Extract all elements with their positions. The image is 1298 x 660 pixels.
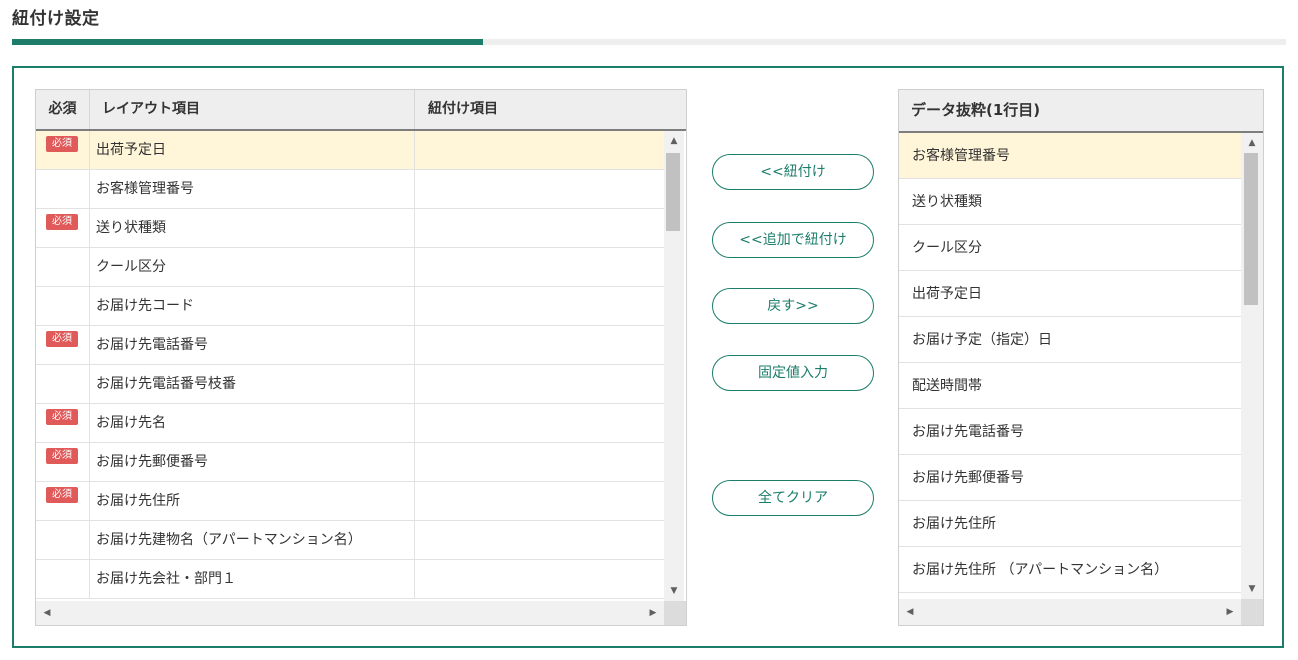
list-item[interactable]: 送り状種類	[899, 179, 1241, 225]
scrollbar-corner	[1241, 599, 1263, 625]
required-cell: 必須	[36, 209, 90, 247]
required-cell	[36, 560, 90, 598]
back-button[interactable]: 戻す>>	[712, 288, 874, 324]
layout-item-cell: お届け先電話番号枝番	[90, 365, 415, 403]
grid-vertical-scroll-thumb[interactable]	[666, 153, 680, 231]
required-badge: 必須	[46, 136, 78, 152]
list-item[interactable]: 出荷予定日	[899, 271, 1241, 317]
table-row[interactable]: お届け先会社・部門１	[36, 560, 664, 599]
table-row[interactable]: お届け先コード	[36, 287, 664, 326]
list-item[interactable]: お届け先住所	[899, 501, 1241, 547]
list-item[interactable]: クール区分	[899, 225, 1241, 271]
linked-item-cell	[415, 482, 664, 520]
scroll-up-icon[interactable]: ▲	[665, 135, 683, 147]
scroll-right-icon[interactable]: ▶	[1221, 606, 1239, 618]
layout-item-cell: お届け先建物名（アパートマンション名）	[90, 521, 415, 559]
layout-item-cell: クール区分	[90, 248, 415, 286]
linked-item-cell	[415, 131, 664, 169]
table-row[interactable]: お届け先電話番号枝番	[36, 365, 664, 404]
list-item[interactable]: お届け予定（指定）日	[899, 317, 1241, 363]
data-excerpt-list: お客様管理番号 送り状種類 クール区分 出荷予定日 お届け予定（指定）日 配送時間帯 お届け…	[899, 133, 1241, 599]
scroll-right-icon[interactable]: ▶	[644, 607, 662, 619]
layout-grid: 必須 レイアウト項目 紐付け項目 必須 出荷予定日 お客様管理番号 必須 送り状種類 クー…	[35, 89, 687, 626]
panel-vertical-scroll-thumb[interactable]	[1244, 153, 1258, 305]
linked-item-cell	[415, 365, 664, 403]
scroll-left-icon[interactable]: ◀	[38, 607, 56, 619]
table-row[interactable]: 必須 送り状種類	[36, 209, 664, 248]
table-row[interactable]: 必須 出荷予定日	[36, 131, 664, 170]
table-row[interactable]: お客様管理番号	[36, 170, 664, 209]
list-item[interactable]: お届け先郵便番号	[899, 455, 1241, 501]
required-cell	[36, 521, 90, 559]
header-required: 必須	[36, 90, 90, 129]
linked-item-cell	[415, 248, 664, 286]
scrollbar-corner	[664, 601, 686, 625]
linked-item-cell	[415, 521, 664, 559]
list-item[interactable]: お客様管理番号	[899, 133, 1241, 179]
grid-vertical-scrollbar[interactable]: ▲ ▼	[664, 131, 684, 601]
grid-header: 必須 レイアウト項目 紐付け項目	[36, 90, 686, 131]
header-layout-item: レイアウト項目	[90, 90, 415, 129]
layout-item-cell: お届け先コード	[90, 287, 415, 325]
scroll-left-icon[interactable]: ◀	[901, 606, 919, 618]
table-row[interactable]: 必須 お届け先郵便番号	[36, 443, 664, 482]
linked-item-cell	[415, 443, 664, 481]
linked-item-cell	[415, 287, 664, 325]
layout-item-cell: 出荷予定日	[90, 131, 415, 169]
required-cell	[36, 170, 90, 208]
layout-item-cell: お届け先電話番号	[90, 326, 415, 364]
grid-rows: 必須 出荷予定日 お客様管理番号 必須 送り状種類 クール区分 お届け先コード 必須 お届け先電…	[36, 131, 664, 601]
page-title: 紐付け設定	[12, 9, 100, 29]
panel-horizontal-scrollbar[interactable]: ◀ ▶	[899, 599, 1241, 625]
required-cell: 必須	[36, 404, 90, 442]
title-progress-track	[12, 39, 1286, 45]
table-row[interactable]: クール区分	[36, 248, 664, 287]
layout-item-cell: お客様管理番号	[90, 170, 415, 208]
data-excerpt-title: データ抜粋(1行目)	[899, 90, 1263, 133]
scroll-up-icon[interactable]: ▲	[1243, 137, 1261, 149]
link-button[interactable]: <<紐付け	[712, 154, 874, 190]
list-item[interactable]: お届け先電話番号	[899, 409, 1241, 455]
clear-all-button[interactable]: 全てクリア	[712, 480, 874, 516]
required-cell: 必須	[36, 131, 90, 169]
scroll-down-icon[interactable]: ▼	[665, 585, 683, 597]
linked-item-cell	[415, 209, 664, 247]
fixed-value-button[interactable]: 固定値入力	[712, 355, 874, 391]
required-cell	[36, 248, 90, 286]
layout-item-cell: お届け先郵便番号	[90, 443, 415, 481]
title-progress-bar	[12, 39, 484, 45]
panel-vertical-scrollbar[interactable]: ▲ ▼	[1241, 133, 1263, 599]
linked-item-cell	[415, 326, 664, 364]
table-row[interactable]: 必須 お届け先住所	[36, 482, 664, 521]
linked-item-cell	[415, 170, 664, 208]
required-badge: 必須	[46, 487, 78, 503]
required-cell: 必須	[36, 443, 90, 481]
add-link-button[interactable]: <<追加で紐付け	[712, 222, 874, 258]
grid-horizontal-scrollbar[interactable]: ◀ ▶	[36, 601, 664, 625]
required-badge: 必須	[46, 409, 78, 425]
required-badge: 必須	[46, 448, 78, 464]
layout-item-cell: お届け先会社・部門１	[90, 560, 415, 598]
data-excerpt-panel: データ抜粋(1行目) お客様管理番号 送り状種類 クール区分 出荷予定日 お届け予定（指…	[898, 89, 1264, 626]
list-item[interactable]: お届け先住所 （アパートマンション名）	[899, 547, 1241, 593]
table-row[interactable]: 必須 お届け先電話番号	[36, 326, 664, 365]
required-badge: 必須	[46, 331, 78, 347]
required-badge: 必須	[46, 214, 78, 230]
linked-item-cell	[415, 560, 664, 598]
table-row[interactable]: 必須 お届け先名	[36, 404, 664, 443]
table-row[interactable]: お届け先建物名（アパートマンション名）	[36, 521, 664, 560]
required-cell	[36, 365, 90, 403]
list-item[interactable]: 配送時間帯	[899, 363, 1241, 409]
header-linked-item: 紐付け項目	[428, 101, 498, 117]
layout-item-cell: お届け先住所	[90, 482, 415, 520]
required-cell: 必須	[36, 326, 90, 364]
layout-item-cell: 送り状種類	[90, 209, 415, 247]
required-cell	[36, 287, 90, 325]
scroll-down-icon[interactable]: ▼	[1243, 583, 1261, 595]
layout-item-cell: お届け先名	[90, 404, 415, 442]
required-cell: 必須	[36, 482, 90, 520]
linked-item-cell	[415, 404, 664, 442]
